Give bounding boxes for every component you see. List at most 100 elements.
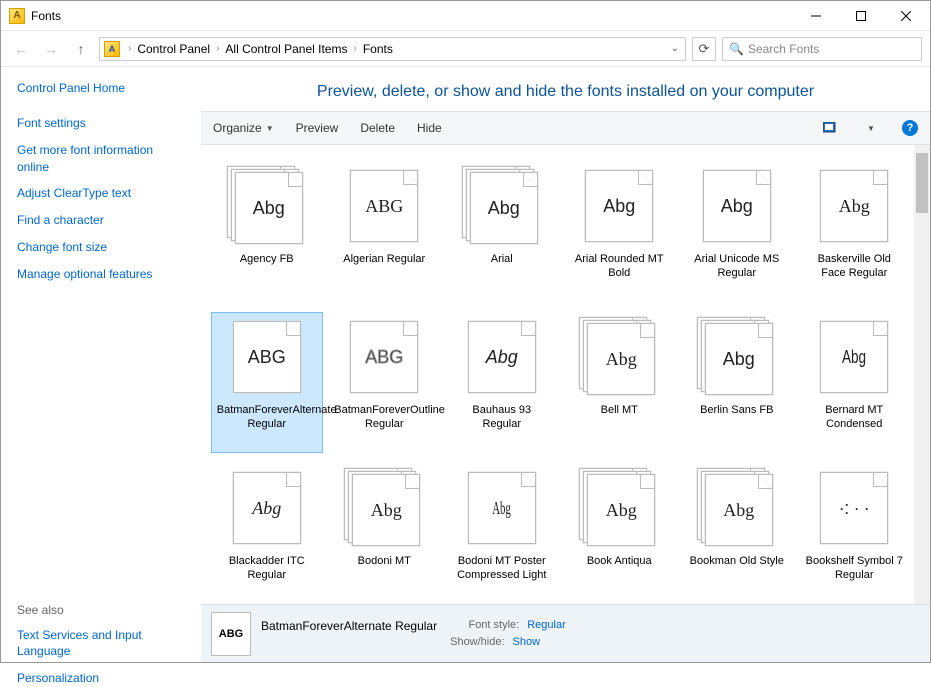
font-label: Blackadder ITC Regular <box>217 554 317 583</box>
font-label: Baskerville Old Face Regular <box>804 252 904 281</box>
close-button[interactable] <box>883 2 928 30</box>
sidebar-link[interactable]: Get more font information online <box>17 142 185 176</box>
breadcrumb-item[interactable]: Control Panel <box>135 42 212 56</box>
font-item[interactable]: Abg Bell MT <box>564 312 676 453</box>
minimize-button[interactable] <box>793 2 838 30</box>
sidebar-link[interactable]: Text Services and Input Language <box>17 627 185 661</box>
font-item[interactable]: Abg Agency FB <box>211 161 323 302</box>
details-style-key: Font style: <box>459 619 519 633</box>
title-bar: A Fonts <box>1 1 930 31</box>
font-icon: Abg <box>814 317 894 397</box>
forward-button[interactable]: → <box>39 37 63 61</box>
font-label: Book Antiqua <box>587 554 652 568</box>
search-input[interactable]: 🔍 Search Fonts <box>722 37 922 61</box>
font-item[interactable]: ABG Algerian Regular <box>329 161 441 302</box>
address-dropdown-icon[interactable]: ⌄ <box>665 43 685 54</box>
details-font-name: BatmanForeverAlternate Regular <box>261 619 437 633</box>
font-icon: Abg <box>697 468 777 548</box>
font-label: Bodoni MT Poster Compressed Light <box>452 554 552 583</box>
sidebar: Control Panel Home Font settings Get mor… <box>1 67 201 662</box>
font-icon: ABG <box>344 317 424 397</box>
fonts-location-icon: A <box>104 41 120 57</box>
maximize-button[interactable] <box>838 2 883 30</box>
font-icon: ABG <box>344 166 424 246</box>
font-icon: Abg <box>579 317 659 397</box>
control-panel-home-link[interactable]: Control Panel Home <box>17 81 185 95</box>
scrollbar[interactable] <box>914 145 930 604</box>
font-icon: Abg <box>814 166 894 246</box>
nav-bar: ← → ↑ A › Control Panel › All Control Pa… <box>1 31 930 67</box>
font-item[interactable]: Abg Book Antiqua <box>564 463 676 604</box>
preview-button[interactable]: Preview <box>296 121 339 135</box>
font-item[interactable]: Abg Bernard MT Condensed <box>799 312 911 453</box>
details-pane: ABG BatmanForeverAlternate Regular Font … <box>201 604 930 662</box>
font-item[interactable]: ∙: ∙ ∙ Bookshelf Symbol 7 Regular <box>799 463 911 604</box>
font-icon: Abg <box>462 317 542 397</box>
scrollbar-thumb[interactable] <box>916 153 928 213</box>
font-label: Algerian Regular <box>343 252 425 266</box>
font-label: Bernard MT Condensed <box>804 403 904 432</box>
font-item[interactable]: Abg Arial Unicode MS Regular <box>681 161 793 302</box>
font-item[interactable]: ABG BatmanForeverOutline Regular <box>329 312 441 453</box>
font-item[interactable]: Abg Bodoni MT Poster Compressed Light <box>446 463 558 604</box>
font-icon: Abg <box>697 166 777 246</box>
search-icon: 🔍 <box>729 42 744 56</box>
view-dropdown-icon[interactable]: ▼ <box>862 119 880 137</box>
font-icon: Abg <box>579 468 659 548</box>
font-item[interactable]: AbgArial <box>446 161 558 302</box>
toolbar: Organize▼ Preview Delete Hide ▼ ? <box>201 111 930 145</box>
font-icon: ABG <box>227 317 307 397</box>
organize-button[interactable]: Organize▼ <box>213 121 274 135</box>
font-icon: ∙: ∙ ∙ <box>814 468 894 548</box>
font-icon: Abg <box>227 468 307 548</box>
sidebar-link[interactable]: Manage optional features <box>17 266 185 283</box>
sidebar-link[interactable]: Font settings <box>17 115 185 132</box>
sidebar-link[interactable]: Personalization <box>17 670 185 687</box>
help-button[interactable]: ? <box>902 120 918 136</box>
breadcrumb-item[interactable]: All Control Panel Items <box>223 42 349 56</box>
font-icon: Abg <box>697 317 777 397</box>
font-icon: Abg <box>462 166 542 246</box>
font-label: BatmanForeverAlternate Regular <box>217 403 317 432</box>
up-button[interactable]: ↑ <box>69 37 93 61</box>
sidebar-link[interactable]: Change font size <box>17 239 185 256</box>
font-item[interactable]: ABG BatmanForeverAlternate Regular <box>211 312 323 453</box>
search-placeholder: Search Fonts <box>748 42 819 56</box>
view-options-button[interactable] <box>822 119 840 137</box>
details-font-icon: ABG <box>211 612 251 656</box>
delete-button[interactable]: Delete <box>360 121 395 135</box>
font-label: Agency FB <box>240 252 294 266</box>
font-label: Bookshelf Symbol 7 Regular <box>804 554 904 583</box>
back-button[interactable]: ← <box>9 37 33 61</box>
font-label: Arial Rounded MT Bold <box>569 252 669 281</box>
font-item[interactable]: Abg Baskerville Old Face Regular <box>799 161 911 302</box>
hide-button[interactable]: Hide <box>417 121 442 135</box>
address-bar[interactable]: A › Control Panel › All Control Panel It… <box>99 37 686 61</box>
font-item[interactable]: AbgBauhaus 93 Regular <box>446 312 558 453</box>
window-title: Fonts <box>31 9 61 23</box>
refresh-button[interactable]: ⟳ <box>692 37 716 61</box>
font-label: Bell MT <box>601 403 638 417</box>
font-label: Berlin Sans FB <box>700 403 773 417</box>
chevron-down-icon: ▼ <box>266 124 274 133</box>
details-style-value: Regular <box>527 619 566 633</box>
font-item[interactable]: AbgBodoni MT <box>329 463 441 604</box>
font-label: Arial Unicode MS Regular <box>687 252 787 281</box>
breadcrumb-item[interactable]: Fonts <box>361 42 395 56</box>
sidebar-link[interactable]: Adjust ClearType text <box>17 185 185 202</box>
font-label: BatmanForeverOutline Regular <box>334 403 434 432</box>
font-label: Bodoni MT <box>358 554 411 568</box>
font-item[interactable]: Abg Berlin Sans FB <box>681 312 793 453</box>
font-item[interactable]: Abg Bookman Old Style <box>681 463 793 604</box>
font-icon: Abg <box>579 166 659 246</box>
font-label: Bookman Old Style <box>690 554 784 568</box>
font-item[interactable]: Abg Arial Rounded MT Bold <box>564 161 676 302</box>
see-also-label: See also <box>17 603 185 617</box>
fonts-app-icon: A <box>9 8 25 24</box>
details-show-value: Show <box>513 636 541 648</box>
font-icon: Abg <box>227 166 307 246</box>
font-item[interactable]: Abg Blackadder ITC Regular <box>211 463 323 604</box>
details-show-key: Show/hide: <box>445 636 505 648</box>
sidebar-link[interactable]: Find a character <box>17 212 185 229</box>
font-icon: Abg <box>462 468 542 548</box>
